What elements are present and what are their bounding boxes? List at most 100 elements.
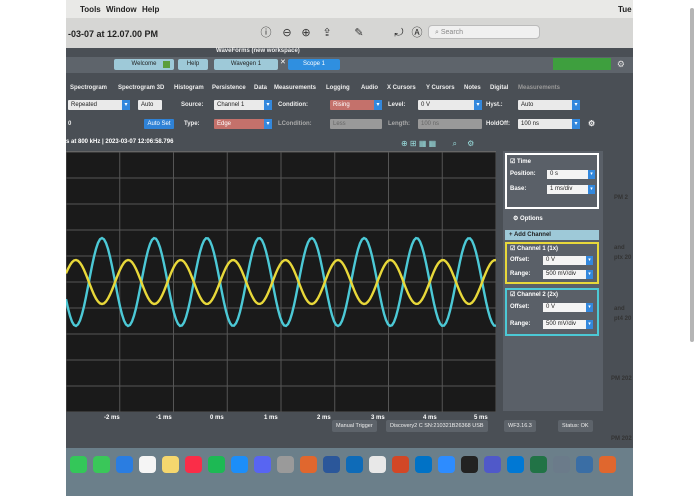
manual-trigger-button[interactable]: Manual Trigger <box>332 420 377 432</box>
share-icon[interactable]: ⇪ <box>320 26 334 40</box>
menu-spectrogram-3d[interactable]: Spectrogram 3D <box>118 85 164 91</box>
menu-data[interactable]: Data <box>254 85 267 91</box>
base-value: 1 ms/div <box>550 186 573 192</box>
trigger-mode-select[interactable]: Repeated ▾ <box>68 100 130 110</box>
menu-window[interactable]: Window <box>106 5 137 14</box>
files-icon[interactable] <box>553 456 570 473</box>
length-input[interactable]: 100 ns <box>418 119 482 129</box>
rotate-icon[interactable]: ⤾ <box>392 26 406 40</box>
outlook-icon[interactable] <box>415 456 432 473</box>
trigger-mode-value: Repeated <box>71 102 98 108</box>
add-channel-button[interactable]: + Add Channel <box>505 230 599 240</box>
ch2-range-input[interactable]: 500 mV/div ▾ <box>543 320 593 329</box>
menu-digital[interactable]: Digital <box>490 85 508 91</box>
messages-icon[interactable] <box>70 456 87 473</box>
gear-icon[interactable]: ⚙ <box>617 59 625 70</box>
menu-persistence[interactable]: Persistence <box>212 85 246 91</box>
annotate-icon[interactable]: Ⓐ <box>410 26 424 40</box>
facetime-icon[interactable] <box>93 456 110 473</box>
excel-icon[interactable] <box>530 456 547 473</box>
ch2-offset-input[interactable]: 0 V ▾ <box>543 303 593 312</box>
menu-x-cursors[interactable]: X Cursors <box>387 85 416 91</box>
powerpoint-icon[interactable] <box>392 456 409 473</box>
teams-icon[interactable] <box>484 456 501 473</box>
finder-icon[interactable] <box>116 456 133 473</box>
device-status[interactable]: Discovery2 C SN:210321B26368 USB <box>386 420 488 432</box>
trigger-auto-value: Auto <box>141 102 154 108</box>
search-input[interactable]: ⌕ Search <box>428 25 540 39</box>
ch1-range-input[interactable]: 500 mV/div ▾ <box>543 270 593 279</box>
menu-measurements-right[interactable]: Measurements <box>518 85 560 91</box>
hyst-label: Hyst.: <box>486 102 503 108</box>
tab-help[interactable]: Help <box>178 59 208 70</box>
spotify-icon[interactable] <box>208 456 225 473</box>
ch2-range-value: 500 mV/div <box>546 321 577 327</box>
notes-icon[interactable] <box>162 456 179 473</box>
chevron-down-icon: ▾ <box>588 185 595 194</box>
matlab-icon[interactable] <box>300 456 317 473</box>
menu-notes[interactable]: Notes <box>464 85 481 91</box>
menu-spectrogram[interactable]: Spectrogram <box>70 85 107 91</box>
settings-gear-icon[interactable]: ⚙ <box>588 119 595 128</box>
outlook2-icon[interactable] <box>507 456 524 473</box>
info-icon[interactable]: ⓘ <box>259 26 273 40</box>
settings-icon[interactable] <box>277 456 294 473</box>
condition-select[interactable]: Rising ▾ <box>330 100 382 110</box>
status-bar: Manual Trigger Discovery2 C SN:210321B26… <box>332 420 602 432</box>
search-placeholder: Search <box>440 29 464 36</box>
plot-gear-icon[interactable]: ⚙ <box>467 139 474 148</box>
matlab2-icon[interactable] <box>599 456 616 473</box>
tab-wavegen[interactable]: Wavegen 1 <box>214 59 278 70</box>
menu-histogram[interactable]: Histogram <box>174 85 204 91</box>
hyst-select[interactable]: Auto ▾ <box>518 100 580 110</box>
options-button[interactable]: ⚙ Options <box>513 215 543 222</box>
waveforms-icon[interactable] <box>576 456 593 473</box>
appstore-icon[interactable] <box>231 456 248 473</box>
chevron-down-icon: ▾ <box>588 170 595 179</box>
source-select[interactable]: Channel 1 ▾ <box>214 100 272 110</box>
word-icon[interactable] <box>323 456 340 473</box>
tab-scope[interactable]: Scope 1 <box>288 59 340 70</box>
page-scrollbar[interactable] <box>690 8 694 342</box>
time-title-text: Time <box>517 159 531 165</box>
menu-y-cursors[interactable]: Y Cursors <box>426 85 455 91</box>
type-select[interactable]: Edge ▾ <box>214 119 272 129</box>
holdoff-input[interactable]: 100 ns ▾ <box>518 119 580 129</box>
menu-help[interactable]: Help <box>142 5 159 14</box>
menu-tools[interactable]: Tools <box>80 5 101 14</box>
github-icon[interactable] <box>461 456 478 473</box>
zoom-in-icon[interactable]: ⊕ <box>299 26 313 40</box>
markup-icon[interactable]: ✎ <box>352 26 366 40</box>
chrome-icon[interactable] <box>369 456 386 473</box>
tab-wavegen-label: Wavegen 1 <box>230 61 262 67</box>
type-value: Edge <box>217 121 232 127</box>
menu-measurements[interactable]: Measurements <box>274 85 316 91</box>
lcondition-select[interactable]: Less <box>330 119 382 129</box>
oscilloscope-plot[interactable] <box>66 151 497 413</box>
plot-toolbar: ⊕ ⊞ ▦ ▦ ⌕ ⚙ <box>401 139 511 149</box>
trigger-auto-select[interactable]: Auto <box>138 100 162 110</box>
music-icon[interactable] <box>185 456 202 473</box>
ch1-offset-input[interactable]: 0 V ▾ <box>543 256 593 265</box>
length-label: Length: <box>388 121 410 127</box>
zoom-out-icon[interactable]: ⊖ <box>280 26 294 40</box>
run-controls[interactable] <box>553 58 611 70</box>
background-text: PM 2 <box>614 195 629 201</box>
zoom-fit-icon[interactable]: ⊕ ⊞ ▦ ▦ <box>401 139 436 148</box>
chevron-down-icon: ▾ <box>122 100 130 110</box>
vscode-icon[interactable] <box>346 456 363 473</box>
level-input[interactable]: 0 V ▾ <box>418 100 482 110</box>
menu-audio[interactable]: Audio <box>361 85 378 91</box>
position-input[interactable]: 0 s ▾ <box>547 170 595 179</box>
menu-logging[interactable]: Logging <box>326 85 350 91</box>
magnifier-icon[interactable]: ⌕ <box>452 139 456 148</box>
source-value: Channel 1 <box>217 102 245 108</box>
tab-welcome-label: Welcome <box>131 61 157 67</box>
base-input[interactable]: 1 ms/div ▾ <box>547 185 595 194</box>
close-tab-icon[interactable]: ✕ <box>280 58 288 70</box>
trigger-left-value: 0 <box>68 121 72 127</box>
calendar-icon[interactable] <box>139 456 156 473</box>
autoset-button[interactable]: Auto Set <box>144 119 174 129</box>
discord-icon[interactable] <box>254 456 271 473</box>
zoom-icon[interactable] <box>438 456 455 473</box>
